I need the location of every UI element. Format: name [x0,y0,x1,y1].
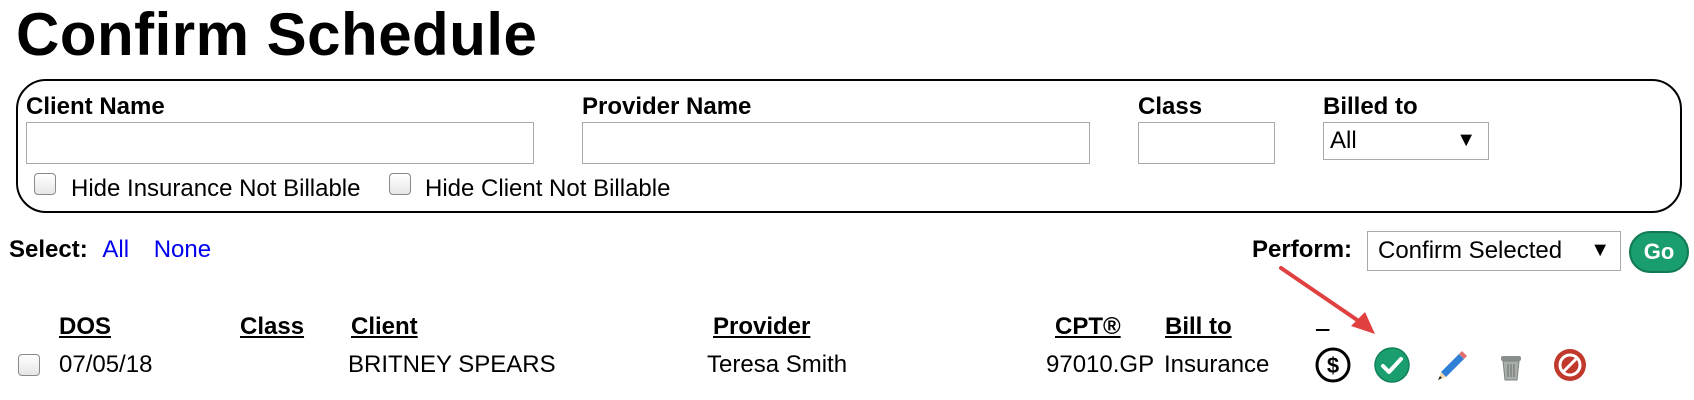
header-dos[interactable]: DOS [59,313,111,341]
select-controls: Select: All None [9,236,211,264]
dollar-icon[interactable]: $ [1314,346,1352,384]
row-dos: 07/05/18 [59,351,153,378]
row-checkbox[interactable] [18,354,40,376]
perform-select[interactable]: Confirm Selected ▼ [1367,231,1621,271]
provider-name-label: Provider Name [582,93,752,120]
class-label: Class [1138,93,1203,120]
header-actions: _ [1316,306,1330,333]
row-provider: Teresa Smith [707,351,848,378]
hide-insurance-checkbox[interactable] [34,173,56,195]
header-cpt[interactable]: CPT® [1055,313,1121,341]
perform-label: Perform: [1252,236,1353,263]
header-client[interactable]: Client [351,313,418,341]
go-button[interactable]: Go [1629,231,1689,273]
header-bill-to[interactable]: Bill to [1165,313,1232,341]
svg-text:$: $ [1327,353,1339,378]
header-provider[interactable]: Provider [713,313,810,341]
perform-value: Confirm Selected [1378,237,1563,264]
billed-to-label: Billed to [1323,93,1418,120]
hide-client-checkbox[interactable] [389,173,411,195]
hide-insurance-label: Hide Insurance Not Billable [71,175,361,202]
class-input[interactable] [1138,122,1275,164]
page-title: Confirm Schedule [16,1,538,68]
select-none-link[interactable]: None [154,236,211,263]
filter-panel: Client Name Provider Name Class Billed t… [16,79,1682,213]
edit-pencil-icon[interactable] [1433,346,1471,384]
billed-to-select[interactable]: All ▼ [1323,122,1489,160]
row-bill-to: Insurance [1164,351,1270,378]
hide-client-label: Hide Client Not Billable [425,175,671,202]
header-class[interactable]: Class [240,313,304,341]
select-all-link[interactable]: All [102,236,129,263]
dropdown-arrow-icon: ▼ [1456,129,1476,151]
trash-icon[interactable] [1492,346,1530,384]
row-client: BRITNEY SPEARS [348,351,556,378]
cancel-icon[interactable] [1551,346,1589,384]
client-name-input[interactable] [26,122,534,164]
annotation-arrow-icon [1279,266,1375,334]
confirm-check-icon[interactable] [1373,346,1411,384]
client-name-label: Client Name [26,93,165,120]
billed-to-value: All [1330,127,1357,154]
provider-name-input[interactable] [582,122,1090,164]
dropdown-arrow-icon: ▼ [1590,239,1610,261]
row-cpt: 97010.GP [1046,351,1155,378]
select-label: Select: [9,236,88,263]
